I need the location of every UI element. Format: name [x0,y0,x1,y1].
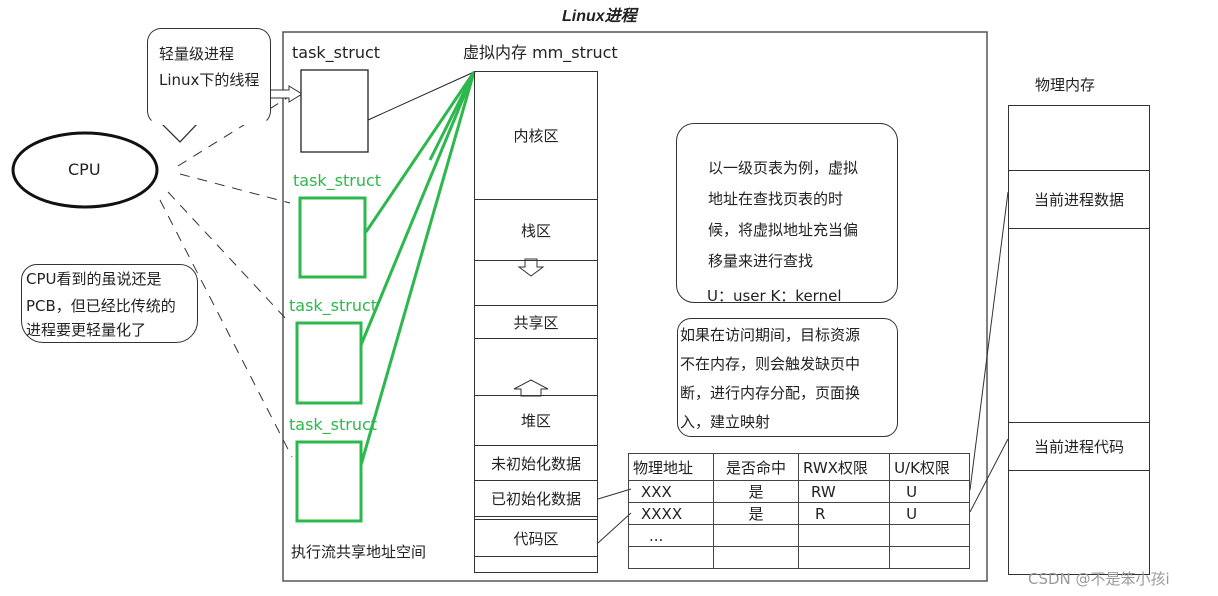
vm-segment-shared: 共享区 [475,305,597,339]
vm-segment-code: 代码区 [475,519,597,557]
task-struct-box-4 [295,440,363,523]
cell [713,546,799,569]
cell: 是 [713,502,799,525]
physical-memory-column: 当前进程数据 当前进程代码 [1008,105,1150,575]
task-struct-box-3 [295,321,363,405]
cpu-link-2 [179,173,291,204]
bubble-line: 轻量级进程 [159,45,235,63]
note-line: 不在内存，则会触发缺页中 [680,355,861,373]
virtual-memory-label: 虚拟内存 mm_struct [463,43,618,62]
header-cell: RWX权限 [797,453,891,481]
cpu-label: CPU [68,160,101,179]
note-line: 断，进行内存分配，页面换 [680,384,861,402]
watermark: CSDN @不是笨小孩i [1028,570,1170,588]
bubble-line: 进程要更轻量化了 [26,321,147,339]
note-legend: U：user K：kernel [707,287,842,305]
header-cell: 物理地址 [628,453,714,481]
page-table-header: 物理地址 是否命中 RWX权限 U/K权限 [628,453,970,481]
cell [889,546,970,569]
note-line: 如果在访问期间，目标资源 [680,326,861,344]
task-struct-label: task_struct [289,415,378,434]
page-table: 物理地址 是否命中 RWX权限 U/K权限 XXX 是 RW U XXXX 是 … [628,453,970,569]
table-row: ... [628,524,970,547]
lightweight-process-bubble: 轻量级进程 Linux下的线程 [147,28,271,125]
note-line: 移量来进行查找 [708,252,814,270]
pm-segment-process-data: 当前进程数据 [1009,171,1149,229]
vm-segment-bss: 未初始化数据 [475,445,597,481]
task-struct-label: task_struct [292,43,381,62]
bubble-line: CPU看到的虽说还是 [26,270,162,288]
task-struct-label: task_struct [289,296,378,315]
physical-memory-label: 物理内存 [1035,76,1096,94]
cell [889,524,970,547]
header-cell: U/K权限 [889,453,970,481]
vm-segment-stack: 栈区 [475,200,597,261]
cell: RW [797,480,891,503]
cell: 是 [713,480,799,503]
cell: U [889,502,970,525]
task-struct-label: task_struct [293,171,382,190]
vm-segment-heap: 堆区 [475,395,597,445]
shared-space-label: 执行流共享地址空间 [291,543,427,561]
diagram-title: Linux进程 [562,8,637,25]
cell: R [797,502,891,525]
bubble-line: PCB，但已经比传统的 [26,297,176,315]
header-cell: 是否命中 [713,453,799,481]
cell: ... [628,524,714,547]
task-struct-box-2 [298,196,367,279]
cell: U [889,480,970,503]
cell: XXXX [628,502,714,525]
hollow-arrow [271,85,303,103]
vm-segment-gap-1 [475,261,597,305]
vm-segment-kernel: 内核区 [475,72,597,200]
virtual-memory-column: 内核区 栈区 共享区 堆区 未初始化数据 已初始化数据 代码区 [474,71,598,573]
note-line: 以一级页表为例，虚拟 [708,159,859,177]
pm-segment-free-1 [1009,106,1149,171]
table-row: XXXX 是 R U [628,502,970,525]
page-table-note: 以一级页表为例，虚拟 地址在查找页表的时 候，将虚拟地址充当偏 移量来进行查找 … [676,123,898,305]
note-line: 候，将虚拟地址充当偏 [708,221,859,239]
cell: XXX [628,480,714,503]
vm-segment-bottom [475,557,597,572]
table-row: XXX 是 RW U [628,480,970,503]
note-line: 入，建立映射 [680,413,771,431]
note-line: 地址在查找页表的时 [708,190,844,208]
pm-segment-free-2 [1009,229,1149,422]
page-fault-note: 如果在访问期间，目标资源 不在内存，则会触发缺页中 断，进行内存分配，页面换 入… [677,318,898,437]
cell [628,546,714,569]
vm-segment-data: 已初始化数据 [475,481,597,517]
table-row [628,546,970,569]
vm-segment-gap-2 [475,339,597,395]
cell [797,546,891,569]
cpu-view-bubble: CPU看到的虽说还是 PCB，但已经比传统的 进程要更轻量化了 [21,264,198,343]
pm-segment-process-code: 当前进程代码 [1009,422,1149,471]
cell [713,524,799,547]
task-struct-box-1 [300,69,369,153]
pm-segment-free-3 [1009,471,1149,574]
bubble-line: Linux下的线程 [159,71,260,90]
cell [797,524,891,547]
